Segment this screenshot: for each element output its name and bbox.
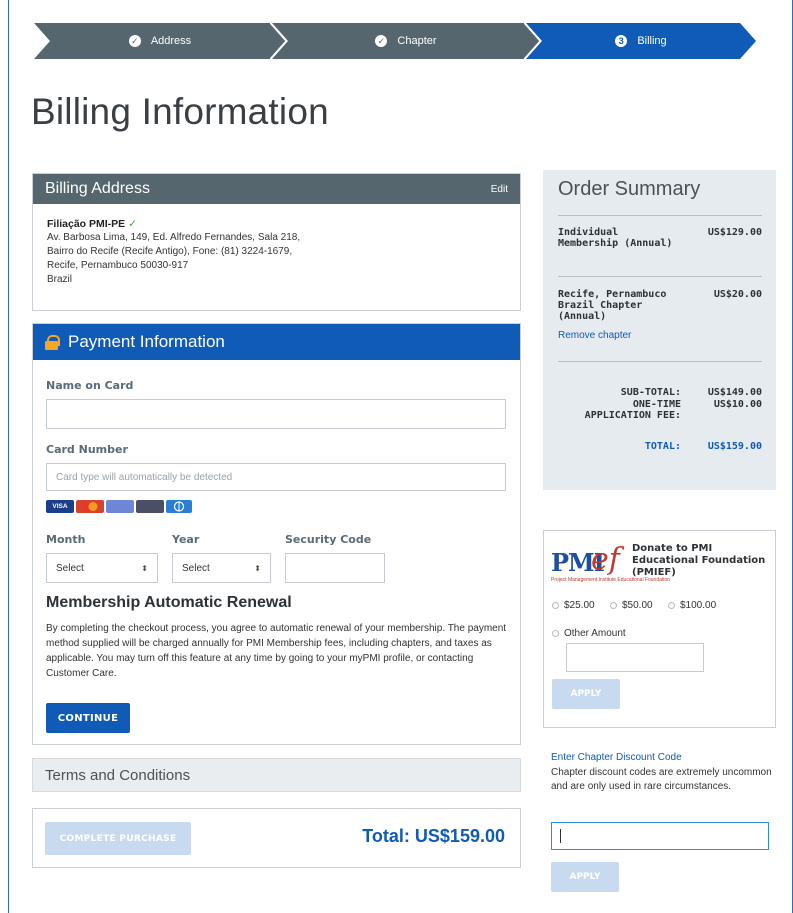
amex-icon xyxy=(106,500,134,513)
donate-card: PMI ef Project Management Institute Educ… xyxy=(543,530,776,728)
divider xyxy=(558,276,762,277)
text-caret xyxy=(560,829,561,843)
step-label: Chapter xyxy=(397,35,437,47)
step-separator xyxy=(270,23,287,59)
address-line: Brazil xyxy=(47,274,73,285)
terms-and-conditions[interactable]: Terms and Conditions xyxy=(32,758,521,792)
diners-icon xyxy=(166,500,192,513)
renewal-text: By completing the checkout process, you … xyxy=(46,623,507,679)
continue-button[interactable]: CONTINUE xyxy=(46,703,130,733)
radio-icon xyxy=(552,602,559,609)
address-line: Recife, Pernambuco 50030-917 xyxy=(47,260,189,271)
edit-address-link[interactable]: Edit xyxy=(491,184,508,195)
billing-address-card: Billing Address Edit Filiação PMI-PE ✓ A… xyxy=(32,173,521,311)
discount-help-text: Chapter discount codes are extremely unc… xyxy=(551,767,772,792)
select-arrows-icon: ⬍ xyxy=(254,563,261,573)
order-summary-title: Order Summary xyxy=(558,178,701,200)
subtotal-label: SUB-TOTAL: xyxy=(620,387,681,398)
billing-address-title: Billing Address xyxy=(45,180,150,197)
address-block: Filiação PMI-PE ✓ Av. Barbosa Lima, 149,… xyxy=(33,204,520,287)
item-price: US$129.00 xyxy=(707,227,762,238)
pmief-logo: PMI ef Project Management Institute Educ… xyxy=(551,542,670,583)
radio-icon xyxy=(668,602,675,609)
year-select[interactable]: Select ⬍ xyxy=(172,553,271,583)
check-icon: ✓ xyxy=(128,218,137,230)
item-name: Recife, Pernambuco Brazil Chapter (Annua… xyxy=(558,289,667,322)
item-price: US$20.00 xyxy=(713,289,762,300)
payment-header: Payment Information xyxy=(33,324,520,360)
year-label: Year xyxy=(172,533,200,546)
radio-icon xyxy=(552,630,559,637)
page-title: Billing Information xyxy=(31,91,329,132)
subtotal-value: US$149.00 xyxy=(707,387,762,398)
mastercard-icon xyxy=(76,500,104,513)
payment-card: Payment Information Name on Card Card Nu… xyxy=(32,323,521,745)
step-label: Billing xyxy=(637,35,667,47)
radio-icon xyxy=(610,602,617,609)
donate-radio-100[interactable]: $100.00 xyxy=(668,600,716,611)
step-chapter[interactable]: ✓ Chapter xyxy=(272,23,540,59)
month-select[interactable]: Select ⬍ xyxy=(46,553,158,583)
other-amount-input[interactable] xyxy=(566,643,704,672)
check-icon: ✓ xyxy=(128,35,141,47)
fee-label: ONE-TIME APPLICATION FEE: xyxy=(584,399,681,421)
month-label: Month xyxy=(46,533,86,546)
total-amount: Total: US$159.00 xyxy=(362,826,505,846)
purchase-card: COMPLETE PURCHASE Total: US$159.00 xyxy=(32,808,521,868)
step-separator xyxy=(524,23,541,59)
year-select-value: Select xyxy=(182,562,210,574)
checkout-stepper: ✓ Address ✓ Chapter 3 Billing xyxy=(34,23,756,59)
address-line: Bairro do Recife (Recife Antigo), Fone: … xyxy=(47,246,293,257)
card-number-input[interactable]: Card type will automatically be detected xyxy=(46,463,506,491)
check-icon: ✓ xyxy=(375,35,388,47)
security-code-label: Security Code xyxy=(285,533,372,546)
lock-icon xyxy=(45,334,60,350)
name-on-card-input[interactable] xyxy=(46,399,506,429)
item-name: Individual Membership (Annual) xyxy=(558,227,673,249)
renewal-title: Membership Automatic Renewal xyxy=(46,594,292,611)
step-billing: 3 Billing xyxy=(526,23,756,59)
card-number-label: Card Number xyxy=(46,443,128,456)
step-label: Address xyxy=(150,35,192,47)
fee-value: US$10.00 xyxy=(713,399,762,410)
address-name: Filiação PMI-PE ✓ xyxy=(47,218,137,230)
total-value: US$159.00 xyxy=(707,441,762,452)
select-arrows-icon: ⬍ xyxy=(141,563,148,573)
complete-purchase-button[interactable]: COMPLETE PURCHASE xyxy=(45,822,191,855)
donate-radio-other[interactable]: Other Amount xyxy=(552,628,626,639)
order-summary: Order Summary Individual Membership (Ann… xyxy=(543,170,776,490)
address-line: Av. Barbosa Lima, 149, Ed. Alfredo Ferna… xyxy=(47,232,301,243)
step-address[interactable]: ✓ Address xyxy=(34,23,286,59)
step-number-badge: 3 xyxy=(615,35,628,47)
total-label: TOTAL: xyxy=(644,441,681,452)
discount-code-input[interactable] xyxy=(551,822,769,850)
divider xyxy=(558,215,762,216)
billing-address-header: Billing Address Edit xyxy=(33,174,520,204)
security-code-input[interactable] xyxy=(285,553,385,583)
divider xyxy=(558,361,762,362)
payment-title: Payment Information xyxy=(68,332,225,351)
month-select-value: Select xyxy=(56,562,84,574)
donate-apply-button[interactable]: APPLY xyxy=(552,679,620,709)
donate-radio-50[interactable]: $50.00 xyxy=(610,600,653,611)
donate-title: Donate to PMI Educational Foundation (PM… xyxy=(632,543,766,578)
discount-apply-button[interactable]: APPLY xyxy=(551,862,619,892)
name-on-card-label: Name on Card xyxy=(46,379,134,392)
visa-icon: VISA xyxy=(46,500,74,513)
remove-chapter-link[interactable]: Remove chapter xyxy=(558,330,631,341)
discover-icon xyxy=(136,500,164,513)
donate-radio-25[interactable]: $25.00 xyxy=(552,600,595,611)
card-brands: VISA xyxy=(46,500,192,513)
discount-code-link[interactable]: Enter Chapter Discount Code xyxy=(551,752,682,763)
